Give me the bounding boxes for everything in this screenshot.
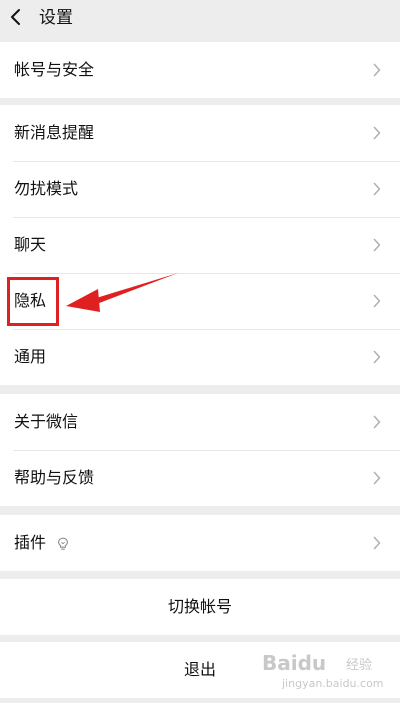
watermark-url: jingyan.baidu.com bbox=[282, 677, 384, 690]
chevron-right-icon bbox=[373, 471, 381, 485]
menu-item-label: 关于微信 bbox=[14, 412, 79, 431]
chevron-right-icon bbox=[373, 238, 381, 252]
menu-item-new-message-notification[interactable]: 新消息提醒 bbox=[0, 105, 400, 161]
menu-item-account-security[interactable]: 帐号与安全 bbox=[0, 42, 400, 98]
plugins-group: 插件 bbox=[0, 515, 400, 571]
menu-item-privacy[interactable]: 隐私 bbox=[0, 273, 400, 329]
page-title: 设置 bbox=[39, 8, 73, 28]
menu-item-label: 聊天 bbox=[14, 235, 47, 254]
top-bar: 设置 bbox=[0, 0, 400, 36]
lightbulb-icon bbox=[58, 537, 68, 550]
menu-item-label: 勿扰模式 bbox=[14, 179, 79, 198]
chevron-right-icon bbox=[373, 536, 381, 550]
privacy-highlight-box bbox=[7, 277, 59, 326]
chevron-right-icon bbox=[373, 294, 381, 308]
chevron-right-icon bbox=[373, 182, 381, 196]
account-group: 帐号与安全 bbox=[0, 42, 400, 98]
chevron-right-icon bbox=[373, 126, 381, 140]
menu-item-plugins[interactable]: 插件 bbox=[0, 515, 400, 571]
chevron-right-icon bbox=[373, 415, 381, 429]
watermark-logo: Baidu bbox=[262, 651, 327, 675]
baidu-watermark: Baidu 经验 jingyan.baidu.com bbox=[262, 651, 392, 699]
menu-item-chat[interactable]: 聊天 bbox=[0, 217, 400, 273]
switch-account-button[interactable]: 切换帐号 bbox=[0, 579, 400, 635]
chevron-right-icon bbox=[373, 63, 381, 77]
menu-item-label: 帮助与反馈 bbox=[14, 468, 95, 487]
menu-item-label: 帐号与安全 bbox=[14, 60, 95, 79]
watermark-sub: 经验 bbox=[346, 658, 373, 673]
chevron-left-icon[interactable] bbox=[9, 8, 23, 26]
settings-group: 新消息提醒 勿扰模式 聊天 隐私 通用 bbox=[0, 105, 400, 385]
menu-item-label: 插件 bbox=[14, 533, 47, 552]
menu-item-help-feedback[interactable]: 帮助与反馈 bbox=[0, 450, 400, 506]
about-group: 关于微信 帮助与反馈 bbox=[0, 394, 400, 506]
chevron-right-icon bbox=[373, 350, 381, 364]
menu-item-label: 新消息提醒 bbox=[14, 123, 95, 142]
menu-item-general[interactable]: 通用 bbox=[0, 329, 400, 385]
menu-item-label: 通用 bbox=[14, 347, 47, 366]
menu-item-about-wechat[interactable]: 关于微信 bbox=[0, 394, 400, 450]
menu-item-do-not-disturb[interactable]: 勿扰模式 bbox=[0, 161, 400, 217]
